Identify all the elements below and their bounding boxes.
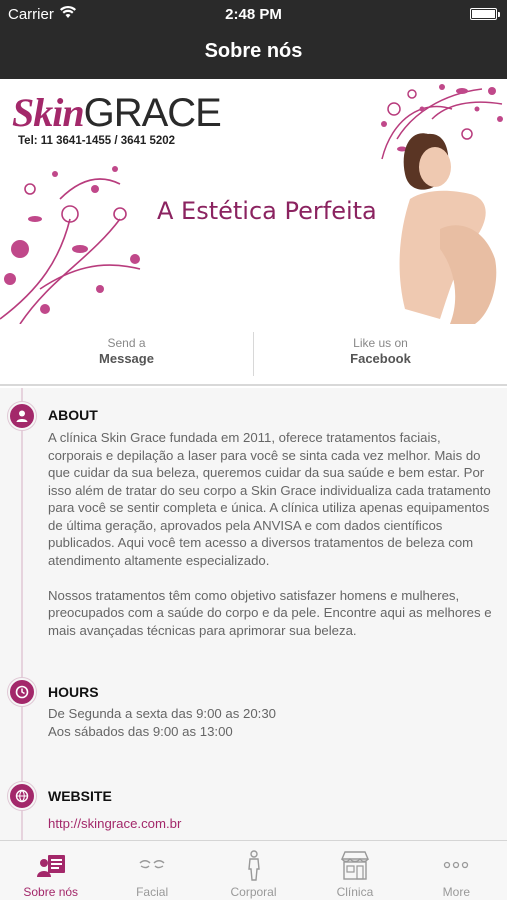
skingrace-logo: SkinGRACE xyxy=(12,90,222,135)
tab-label: Facial xyxy=(136,885,169,899)
tab-sobre-nos[interactable]: Sobre nós xyxy=(0,841,101,900)
send-message-small-label: Send a xyxy=(107,336,146,350)
tab-corporal[interactable]: Corporal xyxy=(203,841,304,900)
about-title: ABOUT xyxy=(48,407,98,423)
tab-label: Sobre nós xyxy=(23,885,79,899)
globe-icon xyxy=(8,782,36,810)
send-message-label: Message xyxy=(99,351,154,366)
info-content[interactable]: ABOUT A clínica Skin Grace fundada em 20… xyxy=(0,388,507,840)
tagline: A Estética Perfeita xyxy=(157,197,377,225)
hours-saturday: Aos sábados das 9:00 as 13:00 xyxy=(48,723,233,739)
send-message-button[interactable]: Send a Message xyxy=(0,324,253,384)
facebook-small-label: Like us on xyxy=(353,336,408,350)
about-body: A clínica Skin Grace fundada em 2011, of… xyxy=(48,429,498,639)
phone-numbers: Tel: 11 3641-1455 / 3641 5202 xyxy=(18,135,176,147)
tab-label: More xyxy=(442,885,470,899)
clock: 2:48 PM xyxy=(225,6,282,23)
navigation-bar: Carrier 2:48 PM Sobre nós xyxy=(0,0,507,79)
tab-clinica[interactable]: Clínica xyxy=(304,841,405,900)
store-icon xyxy=(340,851,369,880)
header-banner: SkinGRACE Tel: 11 3641-1455 / 3641 5202 … xyxy=(0,79,507,324)
logo-skin-text: Skin xyxy=(12,90,85,135)
about-person-icon xyxy=(8,402,36,430)
logo-grace-text: GRACE xyxy=(83,91,222,135)
about-paragraph: A clínica Skin Grace fundada em 2011, of… xyxy=(48,430,491,568)
facebook-button[interactable]: Like us on Facebook xyxy=(254,324,507,384)
model-photo xyxy=(399,133,497,324)
tab-more[interactable]: More xyxy=(406,841,507,900)
tab-bar: Sobre nós Facial Corporal Clínica More xyxy=(0,840,507,900)
tab-facial[interactable]: Facial xyxy=(101,841,202,900)
timeline-line xyxy=(21,388,23,840)
hours-title: HOURS xyxy=(48,684,99,700)
action-row: Send a Message Like us on Facebook xyxy=(0,324,507,386)
clock-icon xyxy=(8,678,36,706)
about-icon xyxy=(36,855,65,877)
website-title: WEBSITE xyxy=(48,788,112,804)
battery-icon xyxy=(470,8,500,20)
page-title: Sobre nós xyxy=(204,40,303,62)
body-icon xyxy=(247,850,260,881)
face-icon xyxy=(139,860,165,869)
hours-body: De Segunda a sexta das 9:00 as 20:30 Aos… xyxy=(48,705,498,740)
facebook-label: Facebook xyxy=(350,351,411,366)
status-bar: Carrier 2:48 PM xyxy=(0,0,507,28)
about-paragraph: Nossos tratamentos têm como objetivo sat… xyxy=(48,587,492,638)
tab-label: Corporal xyxy=(230,885,277,899)
more-icon xyxy=(444,861,469,869)
floral-decoration-icon xyxy=(0,166,141,324)
tab-label: Clínica xyxy=(336,885,374,899)
website-link[interactable]: http://skingrace.com.br xyxy=(48,815,498,833)
hours-weekday: De Segunda a sexta das 9:00 as 20:30 xyxy=(48,706,277,721)
